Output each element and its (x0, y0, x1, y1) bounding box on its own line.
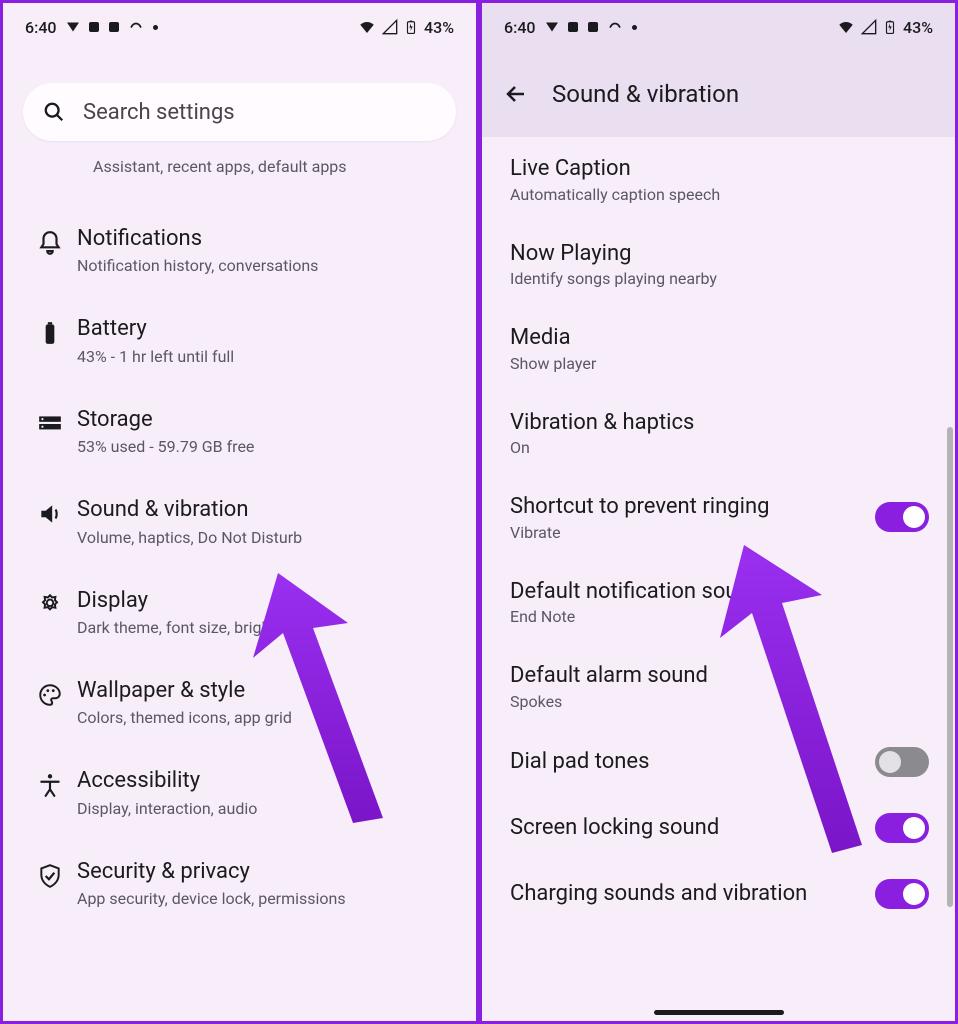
settings-item-display[interactable]: Display Dark theme, font size, brightnes… (3, 568, 476, 658)
notif-more-dot (153, 25, 158, 30)
status-battery-percent: 43% (424, 18, 454, 37)
search-placeholder: Search settings (83, 100, 235, 125)
battery-full-icon (23, 316, 77, 346)
wifi-icon (358, 18, 376, 36)
notif-app-icon-3 (588, 22, 598, 32)
item-dial-pad-tones[interactable]: Dial pad tones (482, 729, 947, 795)
signal-icon (382, 19, 398, 35)
volume-icon (23, 497, 77, 527)
dual-screenshot-container: 6:40 43% Search settings Assistant, rece… (0, 0, 958, 1024)
settings-item-security-privacy[interactable]: Security & privacy App security, device … (3, 839, 476, 929)
brightness-icon (23, 588, 77, 618)
status-time: 6:40 (25, 18, 57, 37)
page-title: Sound & vibration (552, 80, 739, 108)
battery-icon (404, 18, 418, 36)
bell-icon (23, 226, 77, 256)
notif-more-dot (632, 25, 637, 30)
settings-item-battery[interactable]: Battery 43% - 1 hr left until full (3, 296, 476, 386)
left-phone-settings: 6:40 43% Search settings Assistant, rece… (3, 3, 476, 1021)
notif-app-icon-2 (89, 22, 99, 32)
sound-settings-list[interactable]: Live Caption Automatically caption speec… (482, 137, 955, 1021)
settings-item-partial[interactable]: Assistant, recent apps, default apps (3, 149, 476, 206)
settings-item-partial-sub: Assistant, recent apps, default apps (93, 157, 347, 176)
accessibility-icon (23, 768, 77, 798)
status-time: 6:40 (504, 18, 536, 37)
item-screen-locking-sound[interactable]: Screen locking sound (482, 795, 947, 861)
switch-screen-locking-sound[interactable] (875, 813, 929, 843)
item-live-caption[interactable]: Live Caption Automatically caption speec… (482, 137, 947, 222)
settings-item-wallpaper[interactable]: Wallpaper & style Colors, themed icons, … (3, 658, 476, 748)
battery-icon (883, 18, 897, 36)
shield-check-icon (23, 859, 77, 889)
app-bar: Sound & vibration (482, 51, 955, 137)
item-charging-sounds-vibration[interactable]: Charging sounds and vibration (482, 861, 947, 927)
settings-item-accessibility[interactable]: Accessibility Display, interaction, audi… (3, 748, 476, 838)
status-battery-percent: 43% (903, 18, 933, 37)
scrollbar[interactable] (947, 427, 953, 907)
status-bar: 6:40 43% (3, 3, 476, 51)
item-now-playing[interactable]: Now Playing Identify songs playing nearb… (482, 222, 947, 307)
switch-dial-pad-tones[interactable] (875, 747, 929, 777)
settings-item-notifications[interactable]: Notifications Notification history, conv… (3, 206, 476, 296)
status-bar: 6:40 43% (482, 3, 955, 51)
signal-icon (861, 19, 877, 35)
storage-icon (23, 407, 77, 437)
item-default-alarm-sound[interactable]: Default alarm sound Spokes (482, 644, 947, 729)
item-default-notification-sound[interactable]: Default notification sound End Note (482, 560, 947, 645)
palette-icon (23, 678, 77, 708)
nav-gesture-pill[interactable] (654, 1010, 784, 1015)
item-vibration-haptics[interactable]: Vibration & haptics On (482, 391, 947, 476)
right-phone-sound-settings: 6:40 43% Sound & vibration (482, 3, 955, 1021)
notif-app-icon-4 (608, 20, 622, 34)
switch-charging-sounds[interactable] (875, 879, 929, 909)
notif-app-icon-1 (546, 22, 558, 32)
notif-app-icon-2 (568, 22, 578, 32)
notif-app-icon-4 (129, 20, 143, 34)
settings-list[interactable]: Assistant, recent apps, default apps Not… (3, 149, 476, 1021)
notif-app-icon-1 (67, 22, 79, 32)
search-settings-field[interactable]: Search settings (23, 83, 456, 141)
settings-item-sound-vibration[interactable]: Sound & vibration Volume, haptics, Do No… (3, 477, 476, 567)
settings-item-storage[interactable]: Storage 53% used - 59.79 GB free (3, 387, 476, 477)
switch-prevent-ringing[interactable] (875, 502, 929, 532)
arrow-left-icon (504, 82, 528, 106)
back-button[interactable] (494, 72, 538, 116)
item-media[interactable]: Media Show player (482, 306, 947, 391)
search-icon (43, 101, 65, 123)
item-shortcut-prevent-ringing[interactable]: Shortcut to prevent ringing Vibrate (482, 475, 947, 560)
notif-app-icon-3 (109, 22, 119, 32)
wifi-icon (837, 18, 855, 36)
